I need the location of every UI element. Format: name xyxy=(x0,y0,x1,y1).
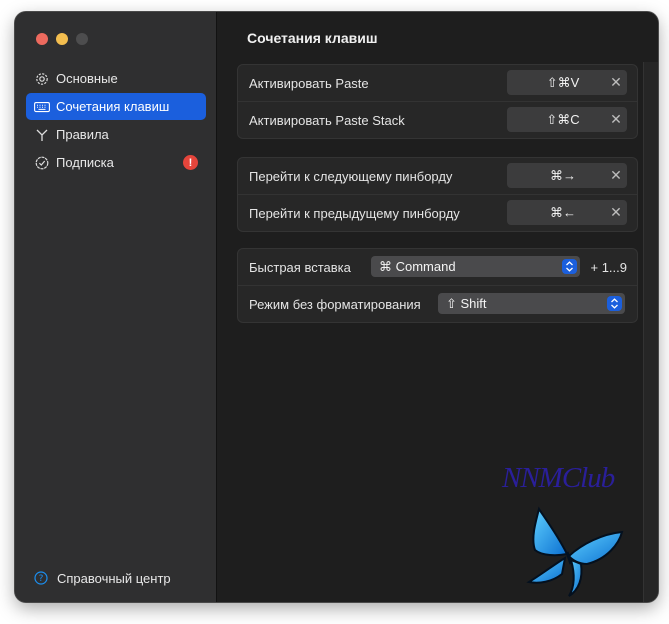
shortcut-label: Активировать Paste xyxy=(249,75,369,91)
sidebar-item-label: Правила xyxy=(56,127,109,142)
alert-badge: ! xyxy=(183,155,198,170)
sidebar-item-general[interactable]: Основные xyxy=(26,65,206,92)
sidebar: Основные Сочетания клавиш Правила Подпис… xyxy=(15,12,217,602)
clear-shortcut-icon[interactable]: ✕ xyxy=(605,74,627,91)
select-value: ⌘ Command xyxy=(379,258,456,274)
shortcut-label: Активировать Paste Stack xyxy=(249,112,405,128)
shortcut-keys: ⇧⌘V xyxy=(546,74,580,90)
sidebar-item-rules[interactable]: Правила xyxy=(26,121,206,148)
sidebar-item-shortcuts[interactable]: Сочетания клавиш xyxy=(26,93,206,120)
shortcut-keys: ⌘← xyxy=(550,204,576,220)
chevron-up-down-icon xyxy=(562,259,577,274)
help-center-label: Справочный центр xyxy=(57,570,171,586)
chevron-up-down-icon xyxy=(607,296,622,311)
shortcut-group-activation: Активировать Paste ⇧⌘V ✕ Активировать Pa… xyxy=(237,64,638,139)
watermark-text: NNMClub xyxy=(502,462,615,494)
modifier-row: Быстрая вставка ⌘ Command + 1...9 xyxy=(238,249,637,285)
sidebar-item-label: Сочетания клавиш xyxy=(56,99,170,114)
help-center-link[interactable]: ? Справочный центр xyxy=(33,570,171,586)
shortcut-recorder-activate-paste-stack[interactable]: ⇧⌘C ✕ xyxy=(507,107,627,132)
shortcut-recorder-next-pinboard[interactable]: ⌘→ ✕ xyxy=(507,163,627,188)
clear-shortcut-icon[interactable]: ✕ xyxy=(605,111,627,128)
settings-window: Основные Сочетания клавиш Правила Подпис… xyxy=(15,12,658,602)
page-title: Сочетания клавиш xyxy=(247,30,378,46)
shortcut-keys: ⇧⌘C xyxy=(546,111,580,127)
clear-shortcut-icon[interactable]: ✕ xyxy=(605,204,627,221)
shortcut-row: Активировать Paste Stack ⇧⌘C ✕ xyxy=(238,101,637,138)
modifier-row: Режим без форматирования ⇧ Shift xyxy=(238,285,637,322)
main-content: Сочетания клавиш Активировать Paste ⇧⌘V … xyxy=(217,12,658,602)
close-window-button[interactable] xyxy=(36,33,48,45)
sidebar-nav: Основные Сочетания клавиш Правила Подпис… xyxy=(26,65,206,177)
zoom-window-button[interactable] xyxy=(76,33,88,45)
quick-paste-modifier-select[interactable]: ⌘ Command xyxy=(371,256,580,277)
question-circle-icon: ? xyxy=(33,570,49,586)
shortcut-row: Перейти к предыдущему пинборду ⌘← ✕ xyxy=(238,194,637,231)
shortcut-recorder-activate-paste[interactable]: ⇧⌘V ✕ xyxy=(507,70,627,95)
branch-icon xyxy=(34,127,50,143)
keyboard-icon xyxy=(34,99,50,115)
quick-paste-range: + 1...9 xyxy=(590,259,628,275)
shortcut-recorder-previous-pinboard[interactable]: ⌘← ✕ xyxy=(507,200,627,225)
checkmark-seal-icon xyxy=(34,155,50,171)
shortcut-row: Перейти к следующему пинборду ⌘→ ✕ xyxy=(238,158,637,194)
modifier-group: Быстрая вставка ⌘ Command + 1...9 Режим … xyxy=(237,248,638,323)
shortcut-keys: ⌘→ xyxy=(550,167,576,183)
window-controls xyxy=(36,33,88,45)
svg-text:?: ? xyxy=(39,574,44,584)
modifier-label: Режим без форматирования xyxy=(249,296,421,312)
gear-icon xyxy=(34,71,50,87)
minimize-window-button[interactable] xyxy=(56,33,68,45)
sidebar-item-subscription[interactable]: Подписка ! xyxy=(26,149,206,176)
sidebar-item-label: Подписка xyxy=(56,155,114,170)
shortcut-label: Перейти к предыдущему пинборду xyxy=(249,205,460,221)
butterfly-logo-icon xyxy=(526,506,624,597)
clear-shortcut-icon[interactable]: ✕ xyxy=(605,167,627,184)
sidebar-item-label: Основные xyxy=(56,71,118,86)
select-value: ⇧ Shift xyxy=(446,295,487,311)
modifier-label: Быстрая вставка xyxy=(249,259,351,275)
shortcut-row: Активировать Paste ⇧⌘V ✕ xyxy=(238,65,637,101)
plain-text-modifier-select[interactable]: ⇧ Shift xyxy=(438,293,625,314)
shortcut-label: Перейти к следующему пинборду xyxy=(249,168,453,184)
scrollbar[interactable] xyxy=(643,62,658,602)
shortcut-group-pinboards: Перейти к следующему пинборду ⌘→ ✕ Перей… xyxy=(237,157,638,232)
